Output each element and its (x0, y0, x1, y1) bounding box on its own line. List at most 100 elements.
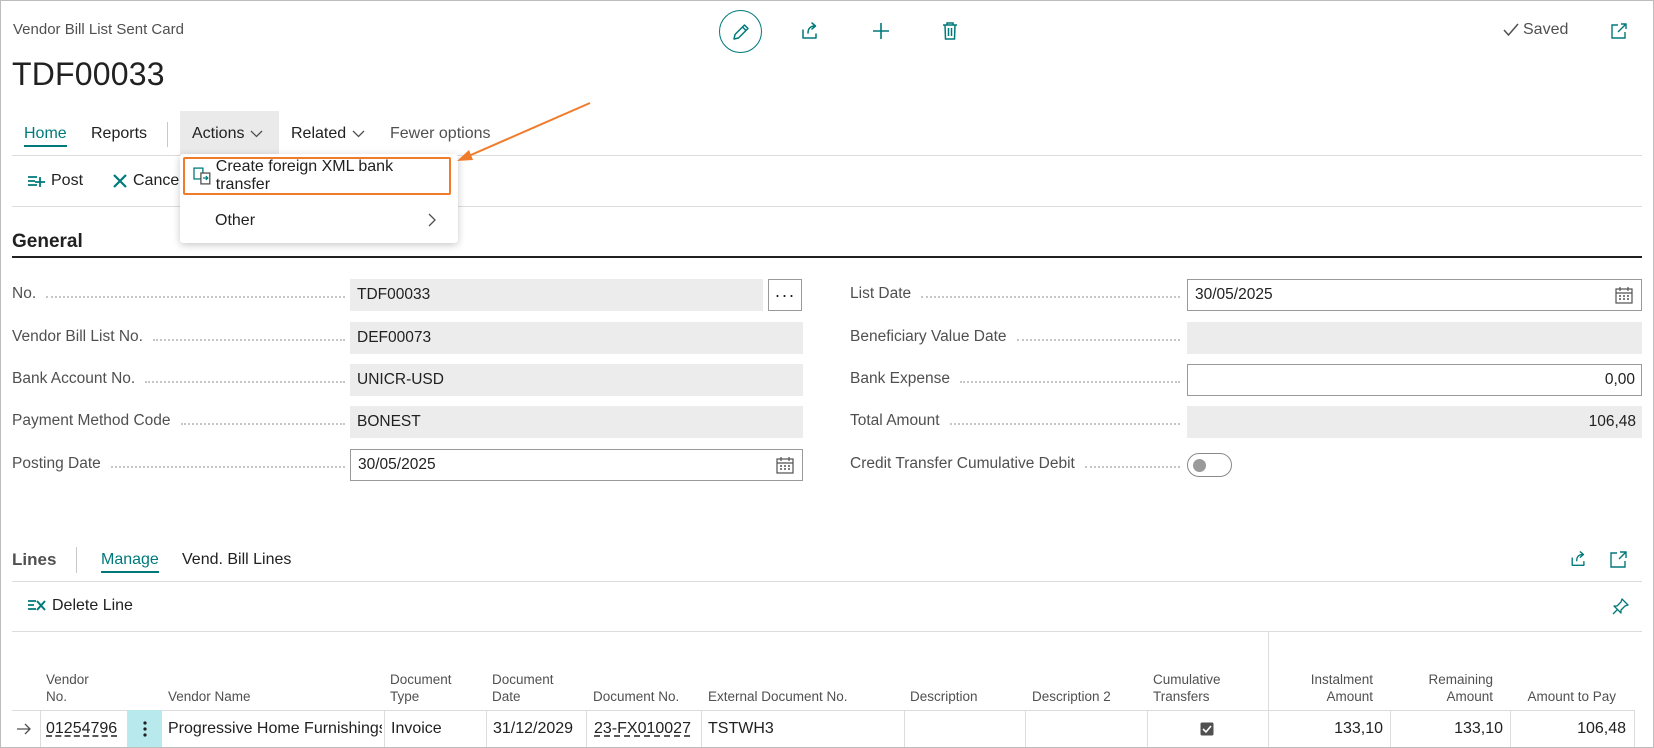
cell-border (1147, 711, 1148, 748)
lines-tab-vend-bill-lines[interactable]: Vend. Bill Lines (182, 551, 291, 569)
share-icon (1571, 551, 1585, 566)
lines-share-button[interactable] (1569, 550, 1588, 568)
col-instalment-amount[interactable]: Instalment Amount (1273, 671, 1373, 705)
col-vendor-name[interactable]: Vendor Name (168, 688, 251, 705)
chevron-down-icon (352, 130, 365, 138)
saved-label: Saved (1523, 21, 1569, 38)
bank-account-no-field[interactable]: UNICR-USD (350, 364, 803, 396)
bank-expense-label: Bank Expense (850, 370, 1180, 388)
cell-border (1390, 711, 1391, 748)
cell-border (1510, 711, 1511, 748)
share-button[interactable] (797, 18, 823, 44)
bank-account-no-label: Bank Account No. (12, 370, 345, 388)
cell-document-no[interactable]: 23-FX010027 (594, 710, 699, 748)
total-amount-field: 106,48 (1187, 406, 1642, 438)
cell-border (904, 711, 905, 748)
col-vendor-no[interactable]: Vendor No. (46, 671, 89, 705)
new-button[interactable] (868, 18, 894, 44)
calendar-icon[interactable] (776, 457, 794, 474)
more-vertical-icon (142, 721, 147, 737)
cell-document-type[interactable]: Invoice (391, 710, 483, 748)
posting-date-field[interactable]: 30/05/2025 (350, 449, 803, 481)
col-description[interactable]: Description (910, 688, 978, 705)
list-date-value: 30/05/2025 (1195, 286, 1273, 303)
no-assist-button[interactable]: ··· (768, 279, 802, 311)
cancel-button[interactable]: Cancel (113, 172, 183, 190)
row-selector[interactable] (16, 710, 38, 748)
tab-actions[interactable]: Actions (192, 125, 263, 143)
credit-transfer-cumulative-debit-toggle[interactable] (1187, 453, 1232, 477)
tab-separator (167, 122, 168, 147)
posting-date-value: 30/05/2025 (358, 456, 436, 473)
post-label: Post (51, 172, 84, 189)
cell-description-2[interactable] (1032, 710, 1142, 748)
cell-document-date[interactable]: 31/12/2029 (493, 710, 585, 748)
menu-item-label: Create foreign XML bank transfer (215, 158, 394, 193)
vendor-bill-list-no-field[interactable]: DEF00073 (350, 322, 803, 354)
col-external-document-no[interactable]: External Document No. (708, 688, 848, 705)
col-description-2[interactable]: Description 2 (1032, 688, 1111, 705)
col-remaining-amount[interactable]: Remaining Amount (1393, 671, 1493, 705)
menu-item-other[interactable]: Other (215, 212, 255, 230)
pin-button[interactable] (1612, 598, 1629, 615)
open-new-window-button[interactable] (1606, 18, 1632, 44)
cell-border (586, 711, 587, 748)
cell-vendor-name[interactable]: Progressive Home Furnishings (168, 710, 382, 748)
col-cumulative-transfers[interactable]: Cumulative Transfers (1153, 671, 1221, 705)
cell-instalment-amount[interactable]: 133,10 (1273, 710, 1383, 748)
lines-expand-button[interactable] (1610, 551, 1627, 568)
expand-icon (1610, 551, 1627, 568)
share-icon (802, 22, 817, 39)
page-title: TDF00033 (12, 56, 165, 92)
post-button[interactable]: Post (27, 172, 83, 190)
col-document-date[interactable]: Document Date (492, 671, 554, 705)
lines-tab-manage[interactable]: Manage (101, 551, 159, 573)
xml-transfer-icon (193, 167, 211, 185)
payment-method-code-field[interactable]: BONEST (350, 406, 803, 438)
saved-status: Saved (1503, 21, 1568, 39)
cell-border (1025, 711, 1026, 748)
col-amount-to-pay[interactable]: Amount to Pay (1503, 688, 1616, 705)
cell-border (701, 711, 702, 748)
list-date-field[interactable]: 30/05/2025 (1187, 279, 1642, 311)
cell-remaining-amount[interactable]: 133,10 (1393, 710, 1503, 748)
checkmark-icon (1503, 23, 1519, 37)
delete-line-button[interactable]: Delete Line (27, 597, 133, 615)
chevron-down-icon (251, 130, 263, 138)
annotation-arrow-icon (457, 102, 591, 161)
payment-method-code-label: Payment Method Code (12, 412, 345, 430)
open-in-new-window-icon (1611, 23, 1627, 39)
cell-border (384, 711, 385, 748)
tab-reports[interactable]: Reports (91, 125, 147, 143)
beneficiary-value-date-field[interactable] (1187, 322, 1642, 354)
cell-external-document-no[interactable]: TSTWH3 (708, 710, 898, 748)
no-field[interactable]: TDF00033 (350, 279, 763, 311)
cell-border (40, 711, 41, 748)
edit-button[interactable] (719, 10, 762, 53)
delete-button[interactable] (937, 18, 963, 44)
cell-border (486, 711, 487, 748)
cell-description[interactable] (910, 710, 1020, 748)
cell-border (161, 711, 162, 748)
general-section-title: General (12, 231, 83, 252)
col-document-type[interactable]: Document Type (390, 671, 452, 705)
cell-amount-to-pay[interactable]: 106,48 (1513, 710, 1626, 748)
vendor-bill-list-no-label: Vendor Bill List No. (12, 328, 345, 346)
menu-item-create-foreign-xml-bank-transfer[interactable]: Create foreign XML bank transfer (183, 157, 451, 195)
calendar-icon[interactable] (1615, 287, 1633, 304)
credit-transfer-cumulative-debit-label: Credit Transfer Cumulative Debit (850, 455, 1180, 473)
cell-cumulative-transfers-checkbox[interactable] (1200, 710, 1220, 748)
lines-divider (12, 581, 1642, 582)
row-actions-button[interactable] (128, 710, 161, 748)
frozen-column-divider (1268, 632, 1269, 748)
cancel-label: Cancel (133, 172, 183, 189)
tab-home[interactable]: Home (24, 125, 67, 147)
bank-expense-field[interactable]: 0,00 (1187, 364, 1642, 396)
checkbox-checked-icon (1200, 722, 1214, 736)
cell-vendor-no[interactable]: 01254796 (46, 710, 126, 748)
toolbar2-divider (12, 631, 1642, 632)
tab-related-label: Related (291, 125, 347, 142)
toggle-knob (1193, 459, 1206, 472)
col-document-no[interactable]: Document No. (593, 688, 679, 705)
tab-related[interactable]: Related (291, 125, 365, 143)
